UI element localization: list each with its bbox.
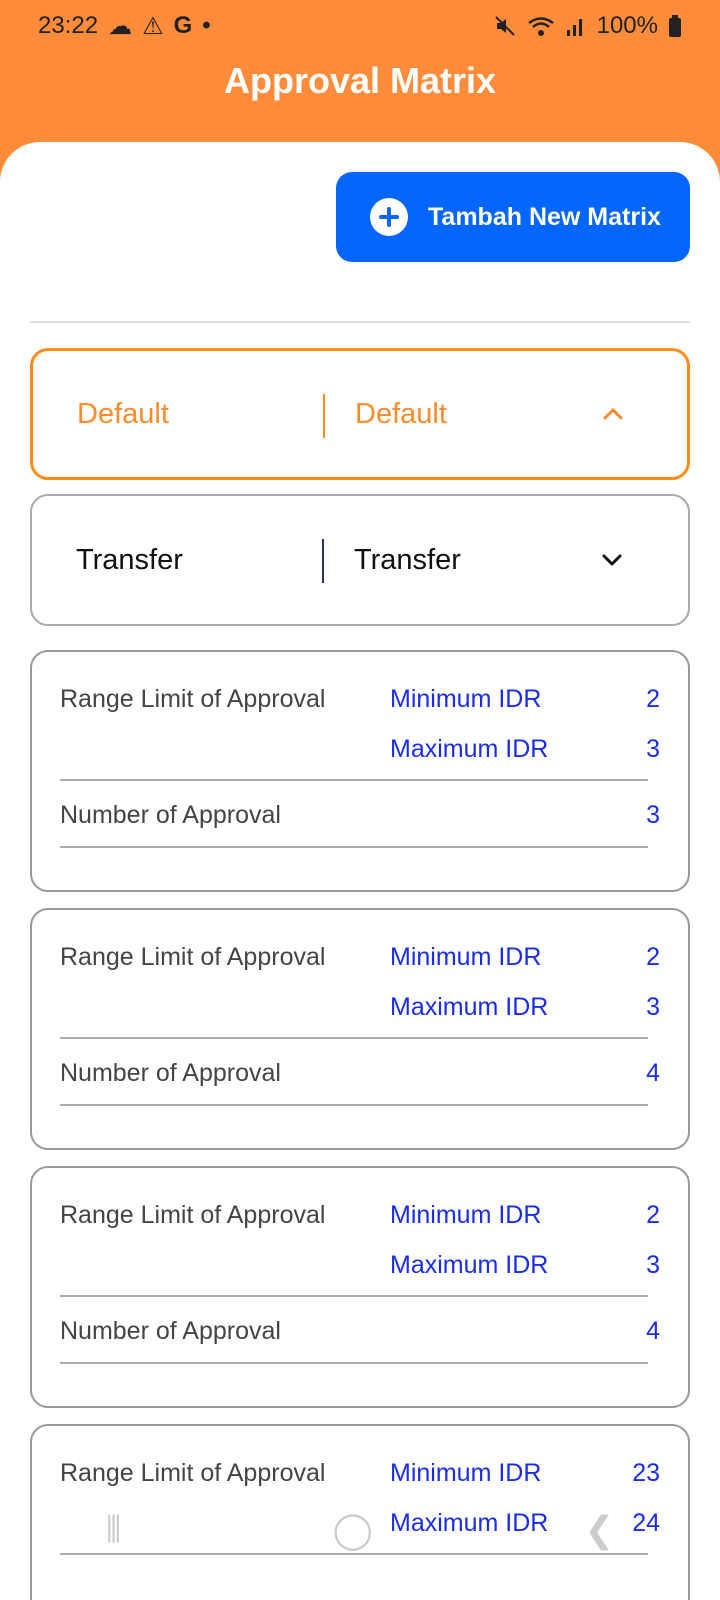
selector-right-label: Default <box>355 397 447 430</box>
wifi-icon <box>527 17 554 36</box>
range-limit-label: Range Limit of Approval <box>60 685 326 713</box>
selector-separator <box>322 539 324 583</box>
selector-default[interactable]: Default Default <box>30 348 690 480</box>
maximum-label: Maximum IDR <box>390 735 549 763</box>
selector-right-label: Transfer <box>354 543 461 576</box>
chevron-up-icon[interactable] <box>601 402 625 426</box>
selector-separator <box>323 394 325 438</box>
maximum-value: 3 <box>646 1251 660 1279</box>
minimum-label: Minimum IDR <box>390 685 542 713</box>
number-label: Number of Approval <box>60 1317 281 1345</box>
status-left: 23:22 ☁ ⚠ G • <box>38 12 211 41</box>
status-bar: 23:22 ☁ ⚠ G • 100% <box>0 0 720 52</box>
cloud-icon: ☁ <box>108 12 133 40</box>
add-matrix-button[interactable]: Tambah New Matrix <box>336 172 690 262</box>
row-divider <box>60 1295 648 1297</box>
maximum-label: Maximum IDR <box>390 1509 549 1537</box>
battery-icon <box>669 15 681 37</box>
google-icon: G <box>173 12 193 39</box>
row-divider <box>60 1104 648 1106</box>
maximum-value: 24 <box>632 1509 660 1537</box>
dot-icon: • <box>202 12 211 39</box>
range-limit-label: Range Limit of Approval <box>60 943 326 971</box>
chevron-down-icon[interactable] <box>600 548 624 572</box>
number-value: 3 <box>646 801 660 829</box>
minimum-value: 2 <box>646 1201 660 1229</box>
status-right: 100% <box>493 12 682 40</box>
number-label: Number of Approval <box>60 1059 281 1087</box>
row-divider <box>60 1037 648 1039</box>
mute-icon <box>494 16 515 36</box>
row-divider <box>60 1553 648 1555</box>
battery-percent: 100% <box>596 12 658 39</box>
maximum-value: 3 <box>646 993 660 1021</box>
add-matrix-label: Tambah New Matrix <box>428 202 661 231</box>
selector-left-label: Transfer <box>76 543 183 576</box>
maximum-label: Maximum IDR <box>390 993 549 1021</box>
approval-card: Range Limit of Approval Minimum IDR 2 Ma… <box>30 908 690 1150</box>
row-divider <box>60 1362 648 1364</box>
approval-card: Range Limit of Approval Minimum IDR 2 Ma… <box>30 1166 690 1408</box>
row-divider <box>60 846 648 848</box>
minimum-value: 2 <box>646 685 660 713</box>
maximum-value: 3 <box>646 735 660 763</box>
signal-icon <box>566 19 582 36</box>
warning-icon: ⚠ <box>142 12 164 40</box>
number-value: 4 <box>646 1059 660 1087</box>
selector-left-label: Default <box>77 397 169 430</box>
approval-card: Range Limit of Approval Minimum IDR 2 Ma… <box>30 650 690 892</box>
approval-card: Range Limit of Approval Minimum IDR 23 M… <box>30 1424 690 1600</box>
number-value: 4 <box>646 1317 660 1345</box>
number-label: Number of Approval <box>60 801 281 829</box>
minimum-label: Minimum IDR <box>390 1201 542 1229</box>
maximum-label: Maximum IDR <box>390 1251 549 1279</box>
range-limit-label: Range Limit of Approval <box>60 1459 326 1487</box>
status-time: 23:22 <box>38 12 99 39</box>
range-limit-label: Range Limit of Approval <box>60 1201 326 1229</box>
plus-circle-icon <box>370 198 408 236</box>
minimum-value: 23 <box>632 1459 660 1487</box>
page-title: Approval Matrix <box>223 60 497 101</box>
divider <box>30 321 690 323</box>
minimum-value: 2 <box>646 943 660 971</box>
minimum-label: Minimum IDR <box>390 1459 542 1487</box>
minimum-label: Minimum IDR <box>390 943 542 971</box>
main-content: Tambah New Matrix Default Default Transf… <box>0 142 720 1600</box>
row-divider <box>60 779 648 781</box>
selector-transfer[interactable]: Transfer Transfer <box>30 494 690 626</box>
